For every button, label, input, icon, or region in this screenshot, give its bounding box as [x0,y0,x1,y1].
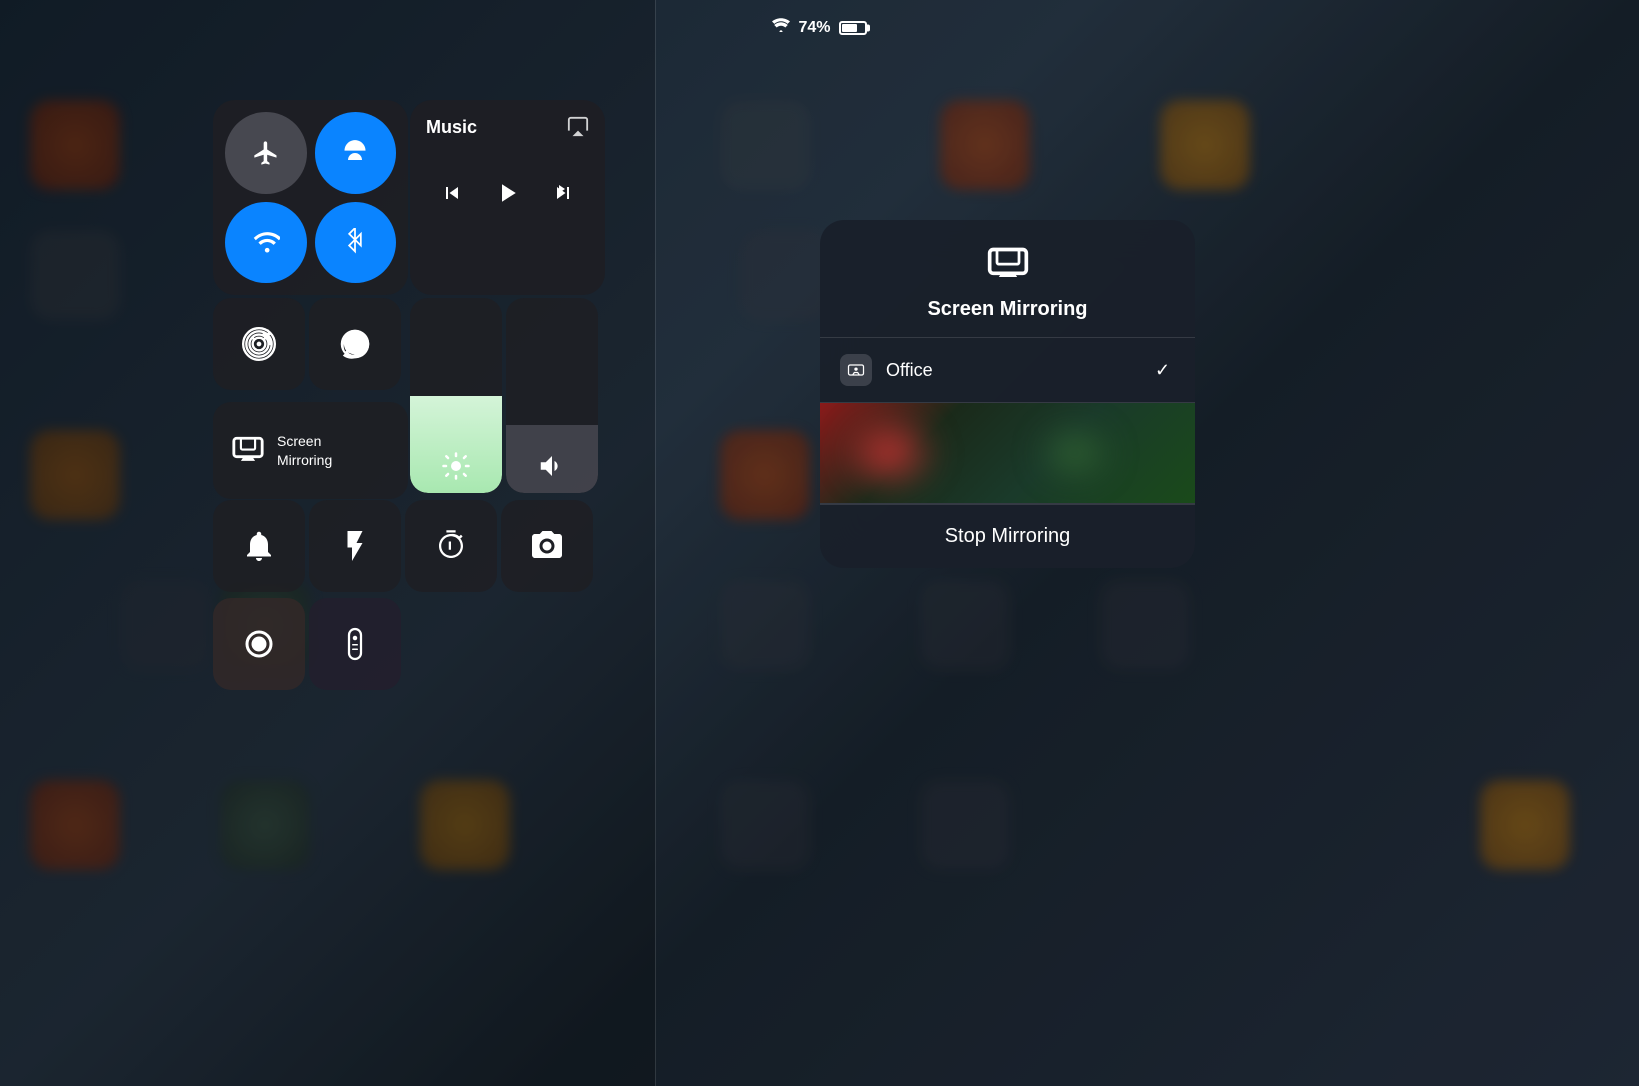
color-blob-green [1035,423,1115,483]
bell-button[interactable] [213,500,305,592]
screen-mirroring-icon [231,434,265,468]
wifi-icon [772,18,790,37]
music-header: Music [426,116,589,138]
screen-mirroring-popup: Screen Mirroring Office ✓ Stop Mirroring [820,220,1195,568]
screen-mirroring-button[interactable]: ScreenMirroring [213,402,408,499]
music-controls [426,178,589,208]
battery-indicator [839,21,867,35]
airplay-icon[interactable] [567,116,589,138]
sliders-area [410,298,598,493]
device-row[interactable]: Office ✓ [820,338,1195,402]
rotation-lock-button[interactable] [213,298,305,390]
music-block: Music [410,100,605,295]
last-row-controls [213,598,401,690]
popup-header: Screen Mirroring [820,220,1195,337]
prev-button[interactable] [440,181,464,205]
airplane-mode-button[interactable] [225,112,307,194]
do-not-disturb-button[interactable] [309,298,401,390]
battery-percent: 74% [798,19,830,37]
timer-button[interactable] [405,500,497,592]
airdrop-button[interactable] [315,112,397,194]
camera-button[interactable] [501,500,593,592]
stop-mirroring-button[interactable]: Stop Mirroring [820,504,1195,568]
play-button[interactable] [492,178,522,208]
connectivity-block [213,100,408,295]
battery-icon [839,21,867,35]
second-row-controls [213,298,401,390]
popup-title: Screen Mirroring [927,298,1087,321]
screen-mirroring-label: ScreenMirroring [277,432,332,468]
brightness-slider[interactable] [410,298,502,493]
status-bar: 74% [0,18,1639,37]
flashlight-button[interactable] [309,500,401,592]
battery-fill [842,24,857,32]
apple-tv-symbol [846,360,866,380]
music-title: Music [426,117,477,138]
apple-tv-icon [840,354,872,386]
popup-mirroring-icon [986,244,1030,288]
popup-color-area [820,403,1195,503]
device-name: Office [886,360,1141,381]
checkmark-icon: ✓ [1155,360,1175,380]
next-button[interactable] [551,181,575,205]
bottom-row-controls [213,500,593,592]
wifi-button[interactable] [225,202,307,284]
color-blob-red [840,413,940,493]
volume-slider[interactable] [506,298,598,493]
screen-record-button[interactable] [213,598,305,690]
apple-tv-remote-button[interactable] [309,598,401,690]
stop-mirroring-label: Stop Mirroring [945,525,1071,548]
bluetooth-button[interactable] [315,202,397,284]
